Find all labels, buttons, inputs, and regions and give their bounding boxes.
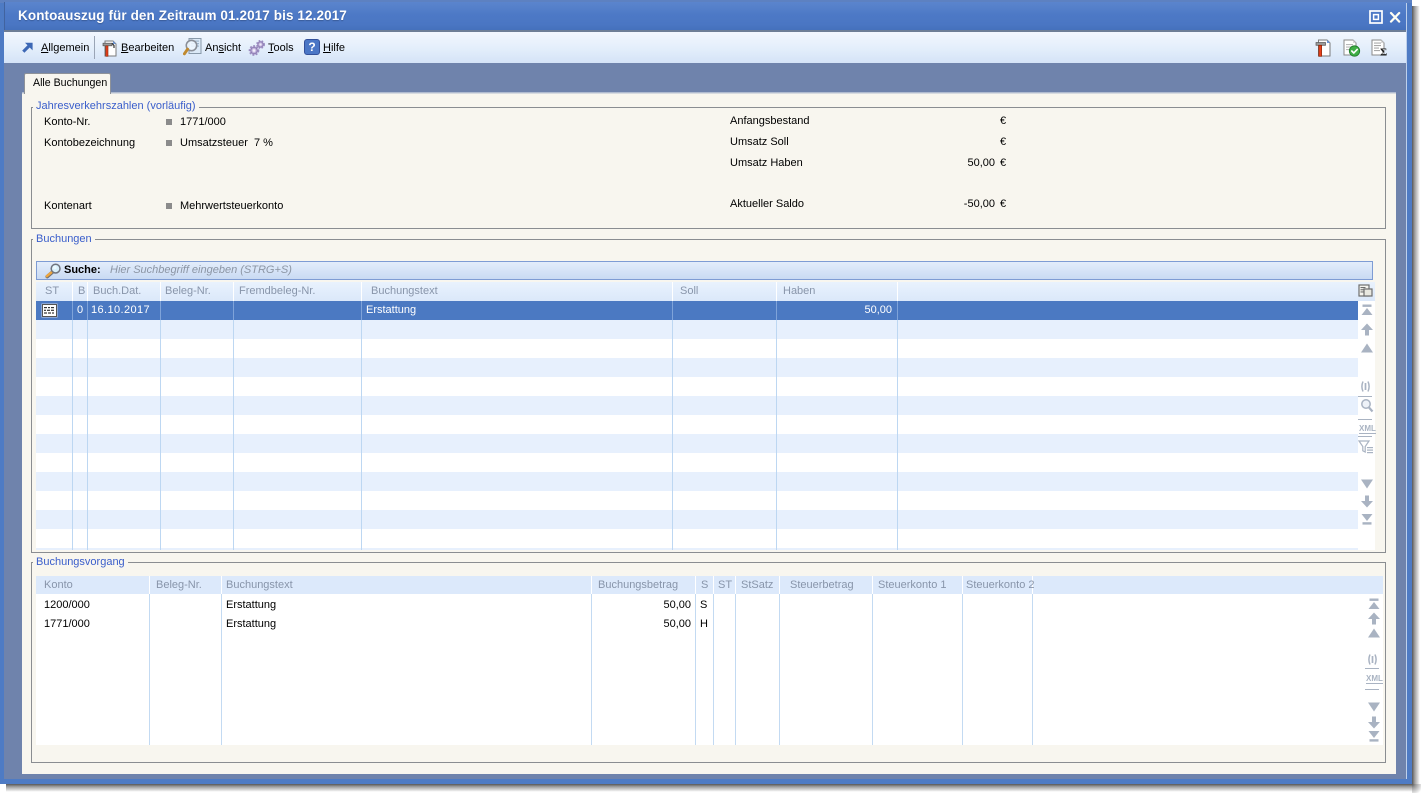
svg-text:Σ: Σ: [1380, 47, 1387, 58]
